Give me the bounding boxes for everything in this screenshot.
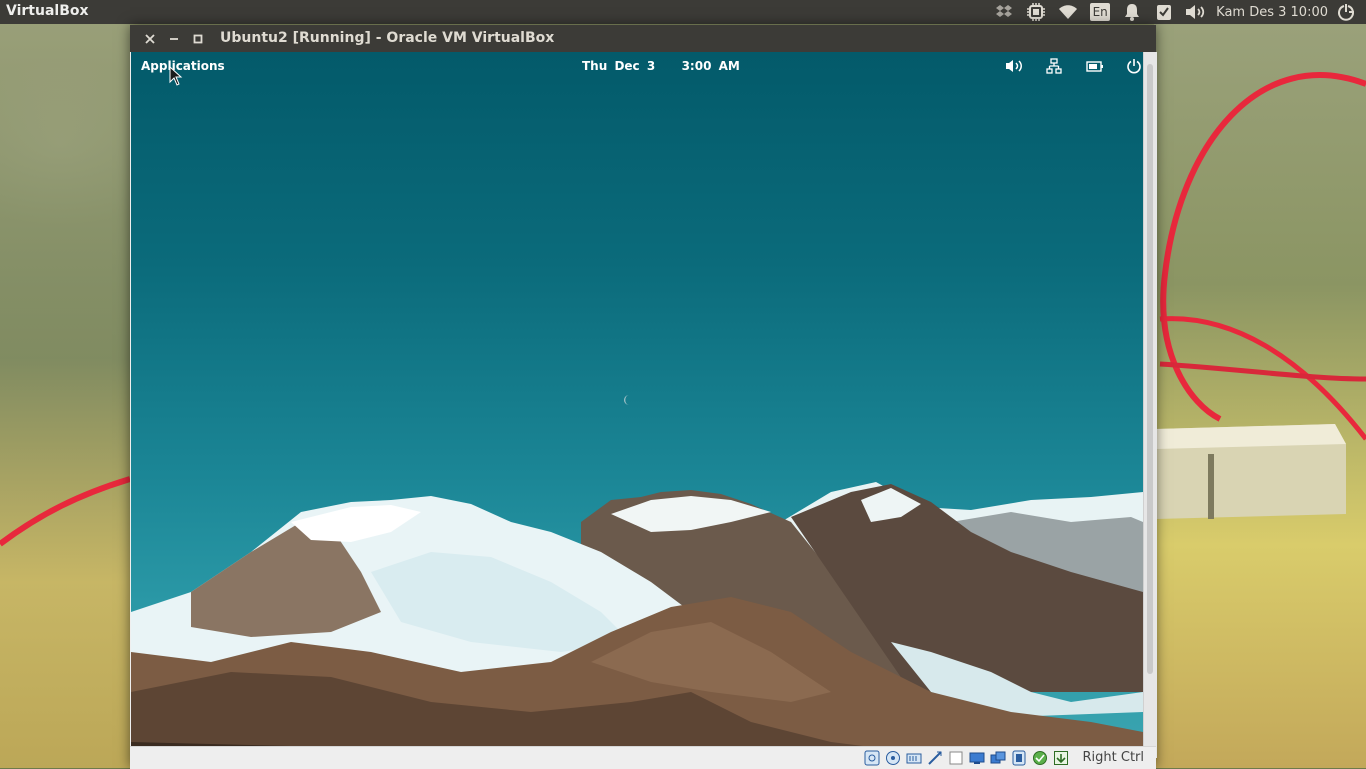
volume-icon[interactable]: [1180, 0, 1212, 24]
hard-disk-icon[interactable]: [863, 749, 881, 767]
close-icon: [145, 34, 155, 44]
guest-date: Thu Dec 3: [582, 59, 656, 73]
guest-wallpaper-mountains: [131, 395, 1143, 758]
cpu-virtualization-icon[interactable]: [1031, 749, 1049, 767]
close-window-button[interactable]: [141, 30, 159, 48]
host-key-label: Right Ctrl: [1082, 750, 1145, 765]
device-indicators: [863, 749, 1070, 767]
video-capture-icon[interactable]: [1010, 749, 1028, 767]
wifi-icon[interactable]: [1052, 0, 1084, 24]
host-clock[interactable]: Kam Des 3 10:00: [1212, 0, 1334, 24]
vm-window: Ubuntu2 [Running] - Oracle VM VirtualBox: [130, 25, 1157, 769]
power-icon[interactable]: [1126, 58, 1143, 74]
mouse-cursor-icon: [169, 66, 183, 86]
indicator-area: En Kam Des 3 10:00: [988, 0, 1358, 24]
guest-clock[interactable]: Thu Dec 3 3:00 AM: [582, 59, 740, 73]
host-top-panel: VirtualBox En Kam Des 3 10:00: [0, 0, 1366, 24]
guest-time: 3:00 AM: [681, 59, 740, 73]
checklist-icon[interactable]: [1148, 0, 1180, 24]
minimize-window-button[interactable]: [165, 30, 183, 48]
guest-display[interactable]: Applications Thu Dec 3 3:00 AM: [131, 52, 1143, 758]
shared-folders-icon[interactable]: [968, 749, 986, 767]
notification-bell-icon[interactable]: [1116, 0, 1148, 24]
keyboard-language-indicator[interactable]: En: [1084, 0, 1116, 24]
maximize-icon: [193, 34, 203, 44]
cpu-icon[interactable]: [1020, 0, 1052, 24]
usb-icon[interactable]: [947, 749, 965, 767]
vm-status-bar: Right Ctrl: [130, 746, 1156, 769]
mouse-integration-icon[interactable]: [1052, 749, 1070, 767]
maximize-window-button[interactable]: [189, 30, 207, 48]
display-icon[interactable]: [989, 749, 1007, 767]
language-label: En: [1090, 3, 1111, 21]
vertical-scrollbar[interactable]: [1143, 52, 1157, 758]
dropbox-icon[interactable]: [988, 0, 1020, 24]
battery-icon[interactable]: [1086, 58, 1104, 74]
guest-top-panel: Applications Thu Dec 3 3:00 AM: [131, 52, 1143, 80]
active-app-name: VirtualBox: [6, 3, 89, 19]
vertical-scroll-thumb[interactable]: [1147, 64, 1153, 674]
optical-drive-icon[interactable]: [884, 749, 902, 767]
window-title: Ubuntu2 [Running] - Oracle VM VirtualBox: [220, 30, 555, 46]
volume-icon[interactable]: [1005, 58, 1023, 74]
network-icon[interactable]: [926, 749, 944, 767]
window-titlebar[interactable]: Ubuntu2 [Running] - Oracle VM VirtualBox: [130, 25, 1156, 52]
minimize-icon: [170, 38, 178, 40]
network-icon[interactable]: [1046, 58, 1064, 74]
audio-icon[interactable]: [905, 749, 923, 767]
power-settings-icon[interactable]: [1334, 0, 1358, 24]
